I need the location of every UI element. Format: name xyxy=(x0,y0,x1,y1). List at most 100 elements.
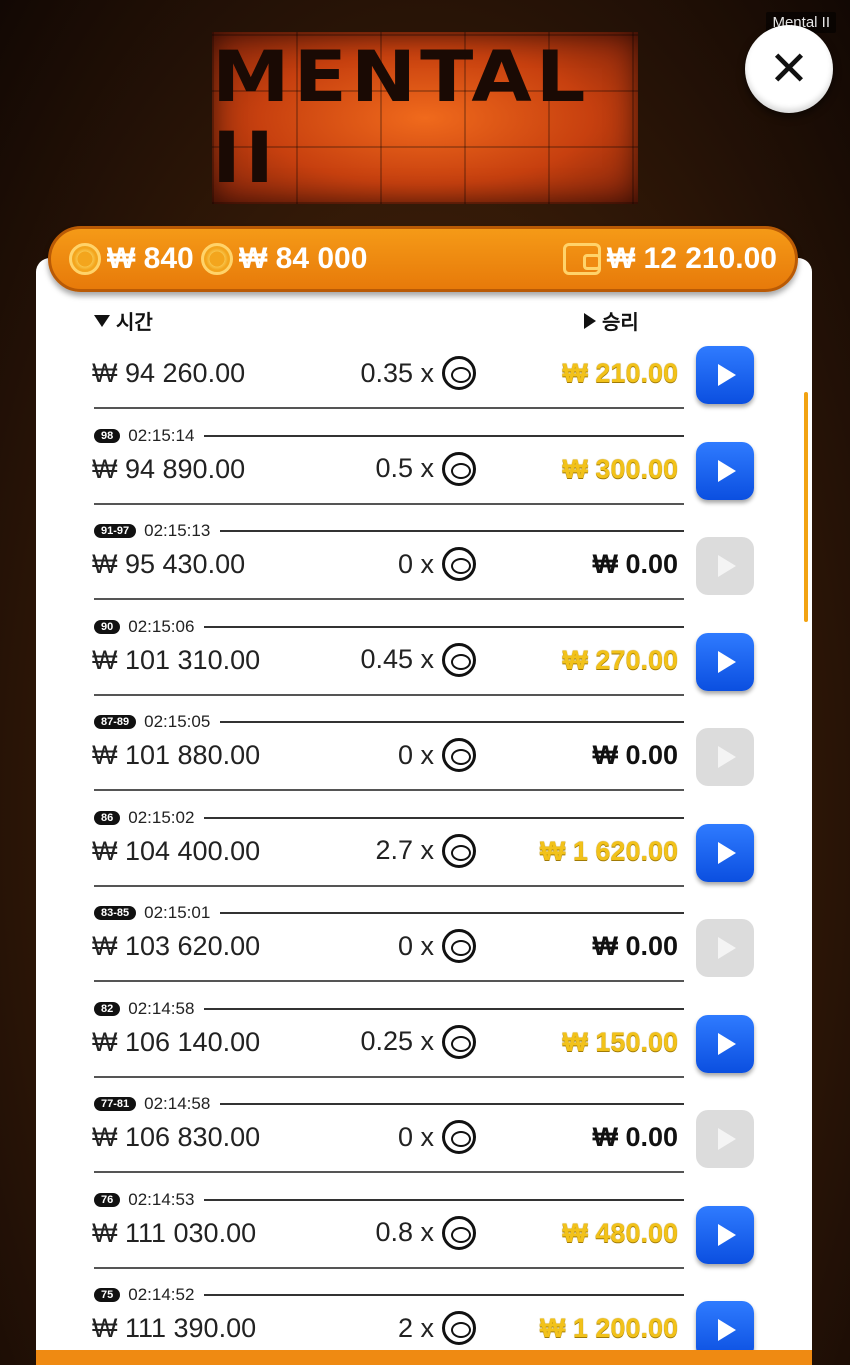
logo-text: MENTAL II xyxy=(212,37,590,199)
replay-button[interactable] xyxy=(696,1205,754,1264)
multiplier: 2.7 x xyxy=(375,833,476,868)
coin-icon xyxy=(442,451,476,486)
bet-amount: ₩ 95 430.00 xyxy=(92,549,246,579)
time-header-label: 시간 xyxy=(116,312,153,334)
coin-icon xyxy=(442,642,476,677)
multiplier-value: 0.5 x xyxy=(375,453,434,483)
multiplier: 0.5 x xyxy=(375,451,476,486)
round-time: 02:14:53 xyxy=(128,1189,195,1209)
history-list[interactable]: ₩ 94 260.00 0.35 x ₩ 210.00 98 02:15:14 … xyxy=(36,338,812,1350)
close-icon: ✕ xyxy=(768,41,810,97)
row-meta: 90 02:15:06 xyxy=(94,617,684,637)
bet-amount: ₩ 111 030.00 xyxy=(92,1217,257,1248)
bet-amount: ₩ 101 880.00 xyxy=(92,740,261,770)
sort-right-icon xyxy=(584,312,596,329)
bet-amount: ₩ 94 890.00 xyxy=(92,453,246,484)
win-amount: ₩ 270.00 xyxy=(562,644,678,675)
coin-icon xyxy=(442,929,476,963)
round-badge: 76 xyxy=(94,1192,121,1207)
row-divider xyxy=(94,693,684,696)
meta-divider xyxy=(204,625,684,628)
row-meta: 87-89 02:15:05 xyxy=(94,712,684,732)
close-button[interactable]: ✕ xyxy=(745,25,833,113)
win-amount: ₩ 210.00 xyxy=(562,358,678,388)
history-row: ₩ 94 260.00 0.35 x ₩ 210.00 xyxy=(36,340,812,435)
row-divider xyxy=(94,1075,684,1078)
multiplier-value: 2.7 x xyxy=(375,835,434,865)
replay-button[interactable] xyxy=(696,632,754,691)
coin-total-display: ₩ 84 000 xyxy=(201,242,367,276)
coin-icon xyxy=(442,738,476,772)
sort-win-header[interactable]: 승리 xyxy=(584,306,639,335)
round-badge: 90 xyxy=(94,619,121,634)
round-time: 02:15:01 xyxy=(144,903,211,922)
multiplier-value: 0 x xyxy=(397,930,434,961)
meta-divider xyxy=(220,912,684,914)
round-time: 02:14:58 xyxy=(128,998,195,1018)
row-divider xyxy=(94,980,684,982)
meta-divider xyxy=(220,1103,684,1105)
coin-icon xyxy=(442,1024,476,1059)
win-amount: ₩ 1 200.00 xyxy=(539,1313,678,1343)
row-meta: 86 02:15:02 xyxy=(94,808,684,828)
history-row: 83-85 02:15:01 ₩ 103 620.00 0 x ₩ 0.00 xyxy=(36,903,812,1008)
coin-bet-value: ₩ 840 xyxy=(107,242,194,275)
bet-amount: ₩ 101 310.00 xyxy=(92,644,261,675)
play-icon xyxy=(718,746,736,768)
win-amount: ₩ 0.00 xyxy=(592,1122,678,1152)
play-icon xyxy=(718,459,736,482)
row-divider xyxy=(94,884,684,887)
win-amount: ₩ 0.00 xyxy=(592,740,678,770)
round-badge: 77-81 xyxy=(94,1097,137,1111)
row-divider xyxy=(94,407,684,409)
round-time: 02:15:05 xyxy=(144,712,211,731)
play-icon xyxy=(718,364,736,386)
play-icon xyxy=(718,1223,736,1246)
replay-button[interactable] xyxy=(696,441,754,500)
bet-amount: ₩ 94 260.00 xyxy=(92,358,246,388)
history-row: 86 02:15:02 ₩ 104 400.00 2.7 x ₩ 1 620.0… xyxy=(36,808,812,913)
multiplier: 0 x xyxy=(398,738,476,772)
round-badge: 83-85 xyxy=(94,906,137,920)
win-amount: ₩ 0.00 xyxy=(592,931,678,961)
replay-button[interactable] xyxy=(696,1014,754,1073)
meta-divider xyxy=(204,1198,684,1201)
win-amount: ₩ 480.00 xyxy=(562,1217,678,1248)
history-row: 87-89 02:15:05 ₩ 101 880.00 0 x ₩ 0.00 xyxy=(36,712,812,817)
win-amount: ₩ 150.00 xyxy=(562,1026,678,1057)
multiplier: 2 x xyxy=(398,1311,476,1345)
row-divider xyxy=(94,502,684,505)
multiplier-value: 0 x xyxy=(397,1121,434,1152)
bet-amount: ₩ 103 620.00 xyxy=(92,931,261,961)
multiplier: 0 x xyxy=(398,1120,476,1154)
replay-button xyxy=(696,1110,754,1168)
row-meta: 77-81 02:14:58 xyxy=(94,1094,684,1114)
replay-button xyxy=(696,728,754,786)
replay-button[interactable] xyxy=(696,346,754,404)
round-time: 02:15:06 xyxy=(128,616,195,636)
replay-button xyxy=(696,919,754,977)
wallet-icon xyxy=(562,243,601,275)
multiplier: 0.35 x xyxy=(360,356,476,390)
history-row: 75 02:14:52 ₩ 111 390.00 2 x ₩ 1 200.00 xyxy=(36,1285,812,1350)
row-meta: 83-85 02:15:01 xyxy=(94,903,684,923)
coin-icon xyxy=(69,243,101,275)
coin-icon xyxy=(201,243,233,275)
replay-button xyxy=(696,537,754,595)
play-icon xyxy=(718,1128,736,1150)
history-row: 82 02:14:58 ₩ 106 140.00 0.25 x ₩ 150.00 xyxy=(36,999,812,1104)
wallet-value: ₩ 12 210.00 xyxy=(606,242,777,275)
replay-button[interactable] xyxy=(696,823,754,882)
row-divider xyxy=(94,1171,684,1173)
round-badge: 75 xyxy=(94,1288,121,1302)
multiplier: 0 x xyxy=(398,929,476,963)
multiplier-value: 0 x xyxy=(397,548,434,579)
scrollbar[interactable] xyxy=(804,392,808,622)
replay-button[interactable] xyxy=(696,1301,754,1350)
sort-time-header[interactable]: 시간 xyxy=(94,306,153,335)
row-meta: 76 02:14:53 xyxy=(94,1190,684,1210)
round-time: 02:15:13 xyxy=(144,521,211,540)
bet-amount: ₩ 104 400.00 xyxy=(92,835,261,866)
coin-total-value: ₩ 84 000 xyxy=(239,242,368,275)
sort-down-icon xyxy=(94,314,110,327)
